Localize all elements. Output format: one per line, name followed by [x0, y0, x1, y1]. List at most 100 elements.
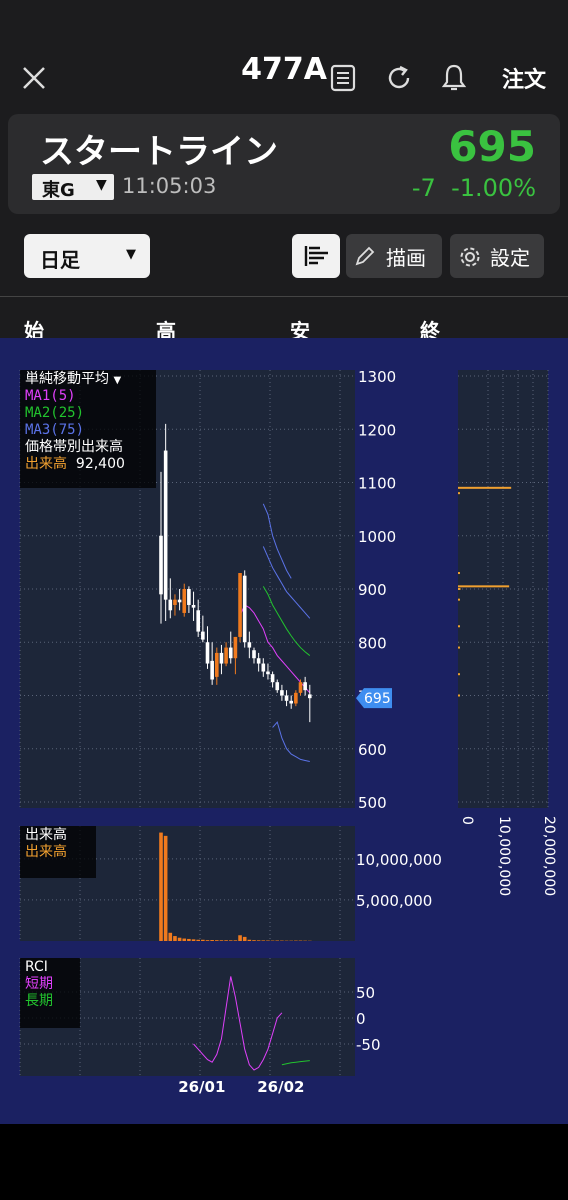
legend-volume-label: 出来高	[25, 456, 67, 472]
rci-legend-long: 長期	[25, 993, 53, 1009]
current-price: 695	[448, 122, 536, 171]
legend-volume: 出来高 92,400	[25, 456, 125, 473]
candle-body	[159, 535, 163, 595]
volume-tick-label: 5,000,000	[356, 892, 432, 910]
candle-body	[173, 599, 177, 605]
candle-body	[224, 647, 228, 664]
volume-profile-bar	[458, 673, 460, 676]
volume-legend-series: 出来高	[25, 844, 67, 860]
candle-body	[233, 636, 238, 659]
volume-profile-bar	[458, 694, 460, 697]
ticker-title: 477A	[241, 52, 327, 87]
indicator-panel-button[interactable]	[292, 234, 340, 278]
volume-bar	[215, 940, 219, 941]
volume-bar	[163, 835, 168, 941]
candle-body	[163, 450, 168, 600]
price-legend[interactable]: 単純移動平均 ▼ MA1(5) MA2(25) MA3(75) 価格帯別出来高 …	[20, 370, 156, 488]
candle-body	[168, 599, 173, 611]
volume-bar	[201, 939, 205, 941]
candle-body	[210, 660, 214, 680]
settings-label: 設定	[490, 246, 530, 270]
refresh-icon[interactable]	[386, 64, 412, 92]
price-tick-label: 1200	[358, 421, 396, 439]
change-value: -7	[411, 174, 436, 202]
bell-icon[interactable]	[440, 63, 468, 93]
legend-ma1: MA1(5)	[25, 388, 76, 404]
volume-bar	[159, 832, 163, 941]
price-tag-label: 695	[364, 691, 391, 707]
candle-body	[196, 610, 200, 632]
rci-tick-label: 50	[356, 984, 375, 1002]
gear-icon	[460, 247, 480, 267]
vp-tick-label: 0	[459, 816, 475, 825]
legend-ma3: MA3(75)	[25, 422, 85, 438]
volume-bar	[261, 940, 266, 941]
chart-toolbar: 日足 ▼ 描画 設定	[0, 224, 568, 294]
volume-bar	[228, 940, 233, 941]
volume-bar	[242, 936, 247, 941]
order-button[interactable]: 注文	[502, 62, 546, 94]
period-select[interactable]: 日足 ▼	[24, 234, 150, 278]
price-tick-label: 1300	[358, 368, 396, 386]
candle-body	[191, 604, 196, 608]
candle-body	[205, 642, 210, 664]
chart-area[interactable]: 130012001100100090080070060050010,000,00…	[0, 338, 568, 1124]
volume-bar	[168, 932, 173, 941]
volume-bar	[205, 940, 210, 941]
volume-profile-bar	[458, 598, 460, 601]
draw-label: 描画	[386, 246, 426, 270]
bottom-bar	[0, 1124, 568, 1200]
candle-body	[284, 695, 289, 701]
volume-bar	[233, 940, 238, 941]
volume-bar	[196, 939, 200, 941]
rci-tick-label: -50	[356, 1036, 381, 1054]
market-label: 東G	[42, 180, 75, 201]
candle-body	[219, 652, 224, 664]
volume-bar	[187, 938, 191, 941]
candle-body	[252, 650, 256, 659]
volume-legend[interactable]: 出来高 出来高	[20, 826, 96, 878]
date-tick-label: 26/01	[178, 1078, 225, 1096]
rci-legend[interactable]: RCI 短期 長期	[20, 958, 80, 1028]
vp-tick-label: 20,000,000	[541, 816, 557, 896]
period-label: 日足	[40, 248, 80, 272]
candle-body	[256, 658, 261, 664]
candle-body	[289, 700, 293, 704]
volume-bar	[173, 936, 177, 941]
draw-button[interactable]: 描画	[346, 234, 442, 278]
rci-legend-title: RCI	[25, 959, 48, 975]
candle-body	[275, 682, 280, 691]
candle-body	[182, 589, 187, 613]
document-icon[interactable]	[330, 64, 356, 92]
volume-tick-label: 10,000,000	[356, 851, 442, 869]
volume-legend-title: 出来高	[25, 827, 67, 843]
volume-profile-bar	[458, 646, 460, 649]
volume-profile-bar	[458, 492, 460, 495]
legend-sma-title[interactable]: 単純移動平均 ▼	[25, 371, 121, 389]
volume-bar	[256, 940, 261, 941]
price-tick-label: 600	[358, 741, 387, 759]
top-nav-bar: 477A 注文	[0, 0, 568, 108]
volume-profile-bar	[458, 625, 460, 628]
legend-volume-value: 92,400	[75, 456, 125, 472]
candle-body	[215, 652, 219, 677]
volume-bar	[210, 940, 214, 941]
volume-profile-bar	[458, 486, 512, 489]
change-percent: -1.00%	[451, 174, 536, 202]
volume-profile-bar	[458, 588, 461, 590]
volume-bar	[238, 935, 242, 941]
settings-button[interactable]: 設定	[450, 234, 544, 278]
volume-bar	[177, 937, 182, 941]
candle-body	[298, 682, 303, 693]
candle-body	[228, 647, 233, 659]
market-select[interactable]: 東G ▼	[32, 174, 114, 201]
price-tick-label: 1000	[358, 528, 396, 546]
candle-body	[270, 674, 275, 683]
chevron-down-icon: ▼	[96, 177, 107, 193]
rci-tick-label: 0	[356, 1010, 366, 1028]
price-change: -7 -1.00%	[412, 174, 536, 202]
pencil-icon	[355, 246, 375, 266]
candle-body	[201, 631, 205, 640]
volume-bar	[191, 939, 196, 941]
candle-body	[303, 682, 307, 691]
